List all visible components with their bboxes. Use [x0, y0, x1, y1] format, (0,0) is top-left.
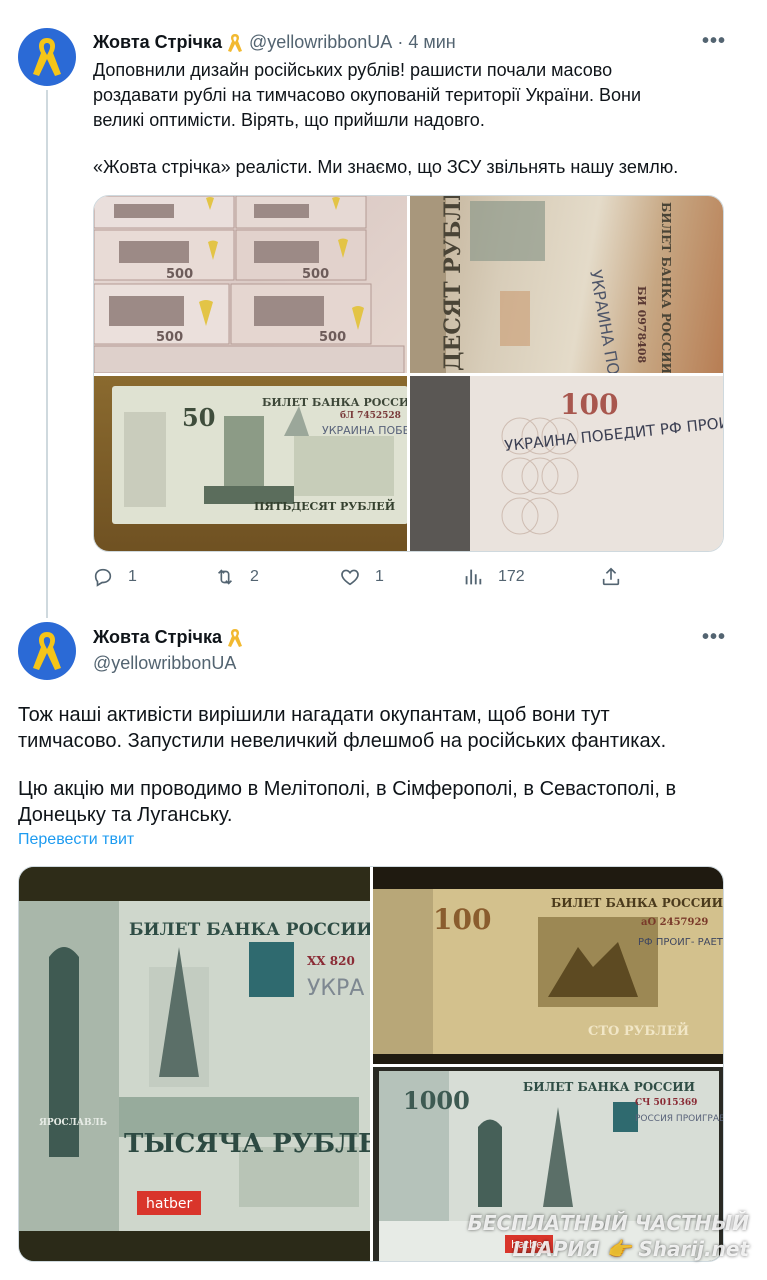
banknote-illustration: ДЕСЯТ РУБЛЕЙ БИЛЕТ БАНКА РОССИИ БИ 09784…	[410, 196, 673, 373]
banknote-illustration: 100 УКРАИНА ПОБЕДИТ РФ ПРОИГРА-	[410, 376, 723, 551]
text-line: Цю акцію ми проводимо в Мелітополі, в Сі…	[18, 778, 677, 800]
denomination-label: 100	[433, 903, 491, 936]
text-line: роздавати рублі на тимчасово окупованій …	[93, 85, 642, 105]
photo-50-rubles[interactable]: БИЛЕТ БАНКА РОССИИ бЛ 7452528 50 ПЯТЬДЕС…	[94, 376, 407, 551]
reply-icon	[94, 568, 112, 587]
serial-number: БИ 0978408	[635, 286, 648, 364]
text-line: Тож наші активісти вирішили нагадати оку…	[18, 704, 610, 726]
city-label: ЯРОСЛАВЛЬ	[39, 1118, 107, 1128]
text-line: «Жовта стрічка» реалісти. Ми знаємо, що …	[93, 157, 679, 177]
author-handle[interactable]: @yellowribbonUA	[249, 32, 392, 53]
photo-1000-rubles-large[interactable]: БИЛЕТ БАНКА РОССИИ ХХ 820 ТЫСЯЧА РУБЛЕЙ …	[19, 867, 370, 1261]
tweet-text: Тож наші активісти вирішили нагадати оку…	[18, 702, 676, 828]
share-button[interactable]	[600, 566, 636, 588]
avatar[interactable]	[18, 28, 76, 86]
banknote-illustration: БИЛЕТ БАНКА РОССИИ ХХ 820 ТЫСЯЧА РУБЛЕЙ …	[19, 867, 370, 1261]
handwritten-text: РОССИЯ ПРОИГРАЕТ ПУТИН- УБИЙЦА	[635, 1112, 724, 1124]
handle-row: @yellowribbonUA	[93, 653, 236, 674]
banknote-header: БИЛЕТ БАНКА РОССИИ	[551, 896, 723, 910]
banknotes-illustration: 500 500 500 500	[94, 196, 405, 373]
tweet-header: Жовта Стрічка @yellowribbonUA · 4 мин	[93, 32, 456, 53]
photo-100-rubles-quadriga[interactable]: БИЛЕТ БАНКА РОССИИ аО 2457929 100 СТО РУ…	[373, 867, 724, 1064]
denomination-label: 50	[182, 403, 215, 432]
yellow-ribbon-icon	[33, 632, 61, 670]
text-line: Доповнили дизайн російських рублів! раши…	[93, 60, 613, 80]
serial-number: ХХ 820	[307, 954, 355, 968]
views-count: 172	[498, 568, 525, 585]
banknote-header: БИЛЕТ БАНКА РОССИИ	[659, 202, 673, 373]
banknote-words: ТЫСЯЧА РУБЛЕЙ	[124, 1126, 370, 1159]
text-line: тимчасово. Запустили невеличкий флешмоб …	[18, 730, 667, 752]
banknote-header: БИЛЕТ БАНКА РОССИИ	[262, 396, 407, 409]
banknote-illustration: БИЛЕТ БАНКА РОССИИ бЛ 7452528 50 ПЯТЬДЕС…	[112, 386, 407, 524]
like-button[interactable]: 1	[339, 566, 384, 588]
tweet-header: Жовта Стрічка	[93, 627, 249, 648]
author-handle[interactable]: @yellowribbonUA	[93, 653, 236, 674]
author-name[interactable]: Жовта Стрічка	[93, 627, 222, 648]
retweet-count: 2	[250, 568, 259, 585]
retweet-icon	[217, 569, 233, 585]
denomination-label: 500	[156, 330, 183, 345]
banknote-words: ПЯТЬДЕСЯТ РУБЛЕЙ	[254, 498, 395, 513]
photo-10-rubles[interactable]: ДЕСЯТ РУБЛЕЙ БИЛЕТ БАНКА РОССИИ БИ 09784…	[410, 196, 723, 373]
retweet-button[interactable]: 2	[214, 566, 259, 588]
serial-number: аО 2457929	[641, 917, 708, 928]
avatar[interactable]	[18, 622, 76, 680]
thread-connector	[46, 90, 48, 618]
more-options-icon[interactable]: •••	[702, 626, 726, 649]
reply-count: 1	[128, 568, 137, 585]
heart-icon	[341, 569, 359, 586]
photo-100-rubles[interactable]: 100 УКРАИНА ПОБЕДИТ РФ ПРОИГРА-	[410, 376, 723, 551]
watermark-line: ШАРИЯ 👉 Sharij.net	[512, 1237, 749, 1261]
watermark: БЕСПЛАТНЫЙ ЧАСТНЫЙ ШАРИЯ 👉 Sharij.net	[468, 1210, 749, 1262]
text-line: великі оптимісти. Вірять, що прийшли над…	[93, 110, 485, 130]
handwritten-text: УКРАИНА ПОБЕДИТ	[586, 268, 633, 373]
banknote-header: БИЛЕТ БАНКА РОССИИ	[129, 920, 370, 940]
handwritten-text: УКРАИНА ПОБЕДИТ	[322, 424, 407, 437]
handwritten-text: УКРА ПОБЕ	[307, 976, 370, 1001]
like-count: 1	[375, 568, 384, 585]
author-name[interactable]: Жовта Стрічка	[93, 32, 222, 53]
share-icon	[602, 567, 620, 586]
denomination-label: 500	[302, 267, 329, 282]
tweet-time[interactable]: 4 мин	[408, 32, 455, 53]
text-line: Донецьку та Луганську.	[18, 804, 233, 826]
denomination-label: 1000	[403, 1086, 470, 1115]
watermark-line: БЕСПЛАТНЫЙ ЧАСТНЫЙ	[467, 1211, 749, 1235]
ribbon-badge-icon	[227, 33, 242, 52]
views-button[interactable]: 172	[462, 566, 525, 588]
media-grid: БИЛЕТ БАНКА РОССИИ ХХ 820 ТЫСЯЧА РУБЛЕЙ …	[18, 866, 724, 1262]
denomination-label: 500	[319, 330, 346, 345]
translate-link[interactable]: Перевести твит	[18, 831, 134, 849]
separator-dot: ·	[397, 32, 404, 52]
more-options-icon[interactable]: •••	[702, 30, 726, 53]
reply-button[interactable]: 1	[92, 566, 137, 588]
handwritten-text: РФ ПРОИГ- РАЕТ ПУТИН- УБИЙЦА	[638, 935, 724, 948]
banknote-illustration: БИЛЕТ БАНКА РОССИИ аО 2457929 100 СТО РУ…	[373, 889, 724, 1054]
analytics-icon	[465, 569, 482, 585]
banknote-words: ДЕСЯТ РУБЛЕЙ	[437, 196, 466, 371]
denomination-label: 500	[166, 267, 193, 282]
tweet-actions: 1 2 1 172	[92, 566, 632, 596]
media-grid: 500 500 500 500 ДЕСЯТ РУБЛЕЙ БИЛЕТ БАНКА…	[93, 195, 724, 552]
tweet-text: Доповнили дизайн російських рублів! раши…	[93, 58, 678, 180]
serial-number: бЛ 7452528	[340, 410, 401, 421]
ribbon-badge-icon	[227, 628, 242, 647]
serial-number: СЧ 5015369	[635, 1098, 697, 1108]
photo-500-notes[interactable]: 500 500 500 500	[94, 196, 407, 373]
banknote-header: БИЛЕТ БАНКА РОССИИ	[523, 1080, 695, 1094]
brand-logo: hatber	[146, 1196, 192, 1212]
denomination-label: 100	[560, 388, 618, 421]
banknote-words: СТО РУБЛЕЙ	[588, 1022, 689, 1039]
yellow-ribbon-icon	[33, 38, 61, 76]
